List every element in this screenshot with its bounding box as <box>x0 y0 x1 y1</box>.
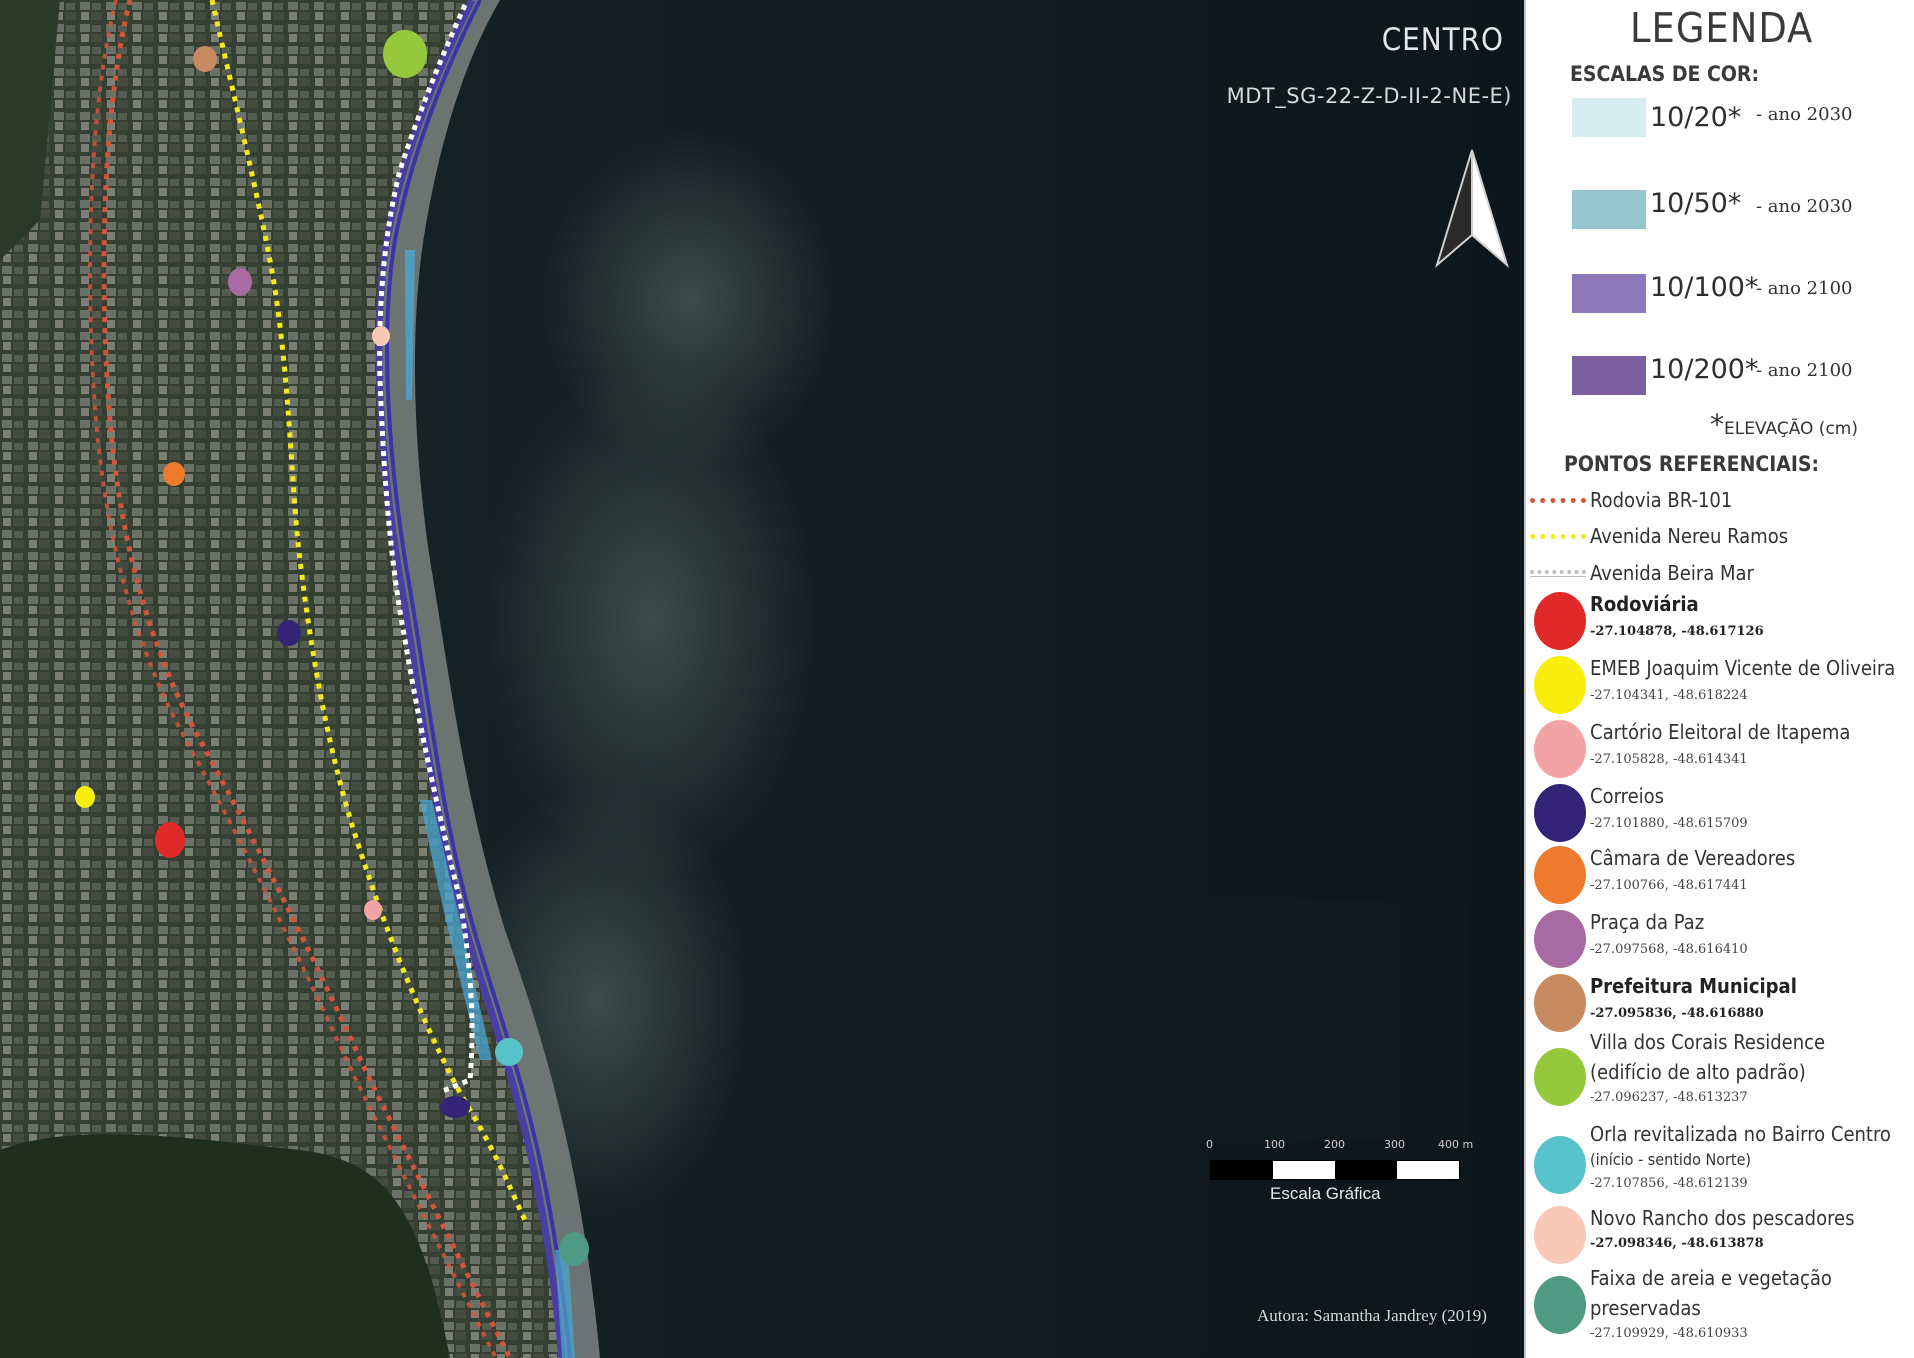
elevation-text: ELEVAÇÃO (cm) <box>1724 419 1858 439</box>
satellite-map[interactable]: CENTRO MDT_SG-22-Z-D-II-2-NE-E) 0 100 20… <box>0 0 1524 1358</box>
author-credit: Autora: Samantha Jandrey (2019) <box>1257 1306 1487 1325</box>
scale-tick: 300 <box>1384 1138 1405 1151</box>
map-point-cartorio[interactable] <box>364 900 382 920</box>
point-coords: -27.104341, -48.618224 <box>1590 688 1748 703</box>
dotted-line-icon <box>1530 497 1586 503</box>
legend-line-beira-mar: Avenida Beira Mar <box>1530 559 1754 587</box>
pink-dot-icon <box>1534 720 1586 778</box>
swatch-10-50 <box>1572 190 1646 229</box>
point-coords: -27.109929, -48.610933 <box>1590 1326 1748 1341</box>
legend-line-label: Avenida Nereu Ramos <box>1590 524 1789 548</box>
map-point-camara[interactable] <box>163 462 185 486</box>
scale-tick: 100 <box>1264 1138 1285 1151</box>
map-point-correios[interactable] <box>277 620 301 646</box>
swatch-label: 10/50* <box>1650 188 1742 219</box>
scale-tick: 400 m <box>1438 1138 1474 1151</box>
point-coords: -27.104878, -48.617126 <box>1590 624 1764 639</box>
swatch-year: - ano 2030 <box>1756 196 1853 217</box>
dotted-line-icon <box>1530 533 1586 539</box>
legend-panel: LEGENDA ESCALAS DE COR: 10/20* - ano 203… <box>1524 0 1914 1358</box>
point-name: Prefeitura Municipal <box>1590 974 1797 998</box>
color-scales-heading: ESCALAS DE COR: <box>1570 62 1760 86</box>
swatch-year: - ano 2100 <box>1756 360 1853 381</box>
yellow-dot-icon <box>1534 656 1586 714</box>
map-point-orla[interactable] <box>495 1038 523 1066</box>
point-name: Faixa de areia e vegetação <box>1590 1266 1832 1290</box>
elevation-star: * <box>1710 408 1724 441</box>
swatch-label: 10/200* <box>1650 354 1759 385</box>
point-coords: -27.098346, -48.613878 <box>1590 1236 1764 1251</box>
scale-tick: 0 <box>1206 1138 1213 1151</box>
point-name-line2: (edifício de alto padrão) <box>1590 1060 1806 1084</box>
legend-line-label: Rodovia BR-101 <box>1590 488 1733 512</box>
point-coords: -27.107856, -48.612139 <box>1590 1176 1748 1191</box>
dotted-line-icon <box>1530 569 1586 577</box>
north-arrow-icon <box>1435 149 1509 268</box>
green-dot-icon <box>1534 1048 1586 1106</box>
map-title: CENTRO <box>1381 22 1504 58</box>
scale-label: Escala Gráfica <box>1270 1184 1381 1203</box>
point-name: Villa dos Corais Residence <box>1590 1030 1826 1054</box>
point-name: Câmara de Vereadores <box>1590 846 1796 870</box>
peach-dot-icon <box>1534 1206 1586 1264</box>
map-point-villa[interactable] <box>383 30 427 78</box>
swatch-year: - ano 2030 <box>1756 104 1853 125</box>
map-point-emeb[interactable] <box>75 786 95 808</box>
swatch-label: 10/100* <box>1650 272 1759 303</box>
elevation-note: *ELEVAÇÃO (cm) <box>1710 408 1858 441</box>
map-point-prefeitura[interactable] <box>193 46 217 72</box>
map-subtitle: MDT_SG-22-Z-D-II-2-NE-E) <box>1226 84 1512 108</box>
point-name: Rodoviária <box>1590 592 1699 616</box>
point-coords: -27.097568, -48.616410 <box>1590 942 1748 957</box>
point-coords: -27.101880, -48.615709 <box>1590 816 1748 831</box>
navy-dot-icon <box>1534 784 1586 842</box>
point-coords: -27.096237, -48.613237 <box>1590 1090 1748 1105</box>
map-point-rancho[interactable] <box>372 326 390 346</box>
swatch-year: - ano 2100 <box>1756 278 1853 299</box>
legend-line-label: Avenida Beira Mar <box>1590 561 1754 585</box>
purple-dot-icon <box>1534 910 1586 968</box>
map-point-rodoviaria[interactable] <box>155 822 185 858</box>
point-name: Cartório Eleitoral de Itapema <box>1590 720 1851 744</box>
swatch-10-100 <box>1572 274 1646 313</box>
legend-line-nereu-ramos: Avenida Nereu Ramos <box>1530 522 1788 550</box>
map-point-extra[interactable] <box>440 1096 470 1118</box>
point-name: EMEB Joaquim Vicente de Oliveira <box>1590 656 1896 680</box>
point-name-line2: preservadas <box>1590 1296 1701 1320</box>
point-name: Praça da Paz <box>1590 910 1705 934</box>
teal-dot-icon <box>1534 1276 1586 1334</box>
point-coords: -27.105828, -48.614341 <box>1590 752 1748 767</box>
reference-heading: PONTOS REFERENCIAIS: <box>1564 452 1820 476</box>
red-dot-icon <box>1534 592 1586 650</box>
swatch-10-20 <box>1572 98 1646 137</box>
map-point-praca[interactable] <box>228 268 252 296</box>
legend-line-br101: Rodovia BR-101 <box>1530 486 1732 514</box>
point-name: Orla revitalizada no Bairro Centro <box>1590 1122 1891 1146</box>
point-name: Novo Rancho dos pescadores <box>1590 1206 1855 1230</box>
point-coords: -27.095836, -48.616880 <box>1590 1006 1764 1021</box>
point-name: Correios <box>1590 784 1665 808</box>
legend-title: LEGENDA <box>1630 4 1814 52</box>
point-coords: -27.100766, -48.617441 <box>1590 878 1748 893</box>
map-point-faixa[interactable] <box>559 1232 589 1266</box>
brown-dot-icon <box>1534 974 1586 1032</box>
swatch-label: 10/20* <box>1650 102 1742 133</box>
point-name-line2: (início - sentido Norte) <box>1590 1150 1752 1169</box>
scale-bar-segments <box>1210 1160 1460 1180</box>
swatch-10-200 <box>1572 356 1646 395</box>
scale-bar: 0 100 200 300 400 m Escala Gráfica <box>1206 1138 1496 1208</box>
scale-tick: 200 <box>1324 1138 1345 1151</box>
cyan-dot-icon <box>1534 1136 1586 1194</box>
orange-dot-icon <box>1534 846 1586 904</box>
